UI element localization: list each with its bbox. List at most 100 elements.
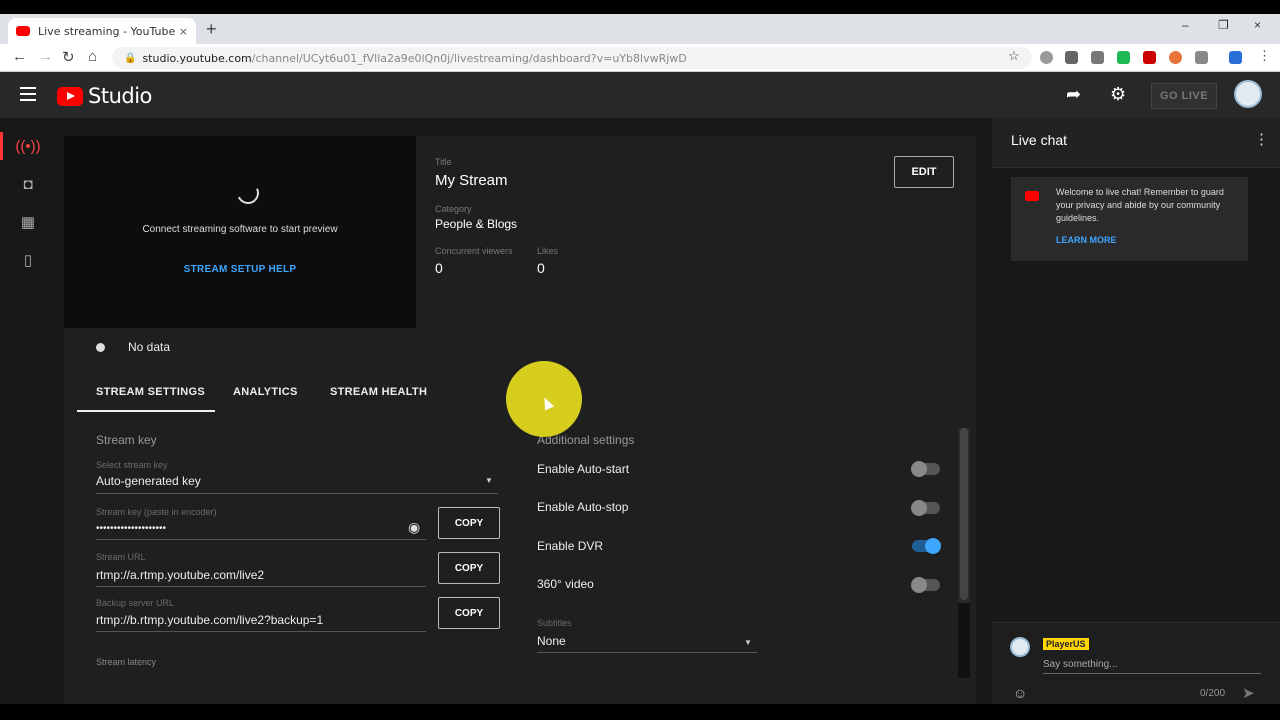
copy-backup-button[interactable]: COPY: [438, 597, 500, 629]
studio-logo[interactable]: Studio: [57, 84, 152, 108]
extension-icon[interactable]: [1065, 51, 1078, 64]
stream-url-field[interactable]: rtmp://a.rtmp.youtube.com/live2: [96, 568, 264, 582]
backup-underline: [96, 631, 426, 632]
tab-stream-health[interactable]: STREAM HEALTH: [330, 386, 427, 398]
likes-label: Likes: [537, 246, 559, 256]
auto-stop-toggle[interactable]: [911, 500, 940, 516]
go-live-button[interactable]: GO LIVE: [1151, 83, 1217, 109]
chat-avatar: [1010, 637, 1030, 657]
dropdown-arrow-icon[interactable]: ▼: [485, 476, 493, 485]
youtube-logo-icon: [57, 86, 83, 106]
copy-key-button[interactable]: COPY: [438, 507, 500, 539]
select-key-label: Select stream key: [96, 460, 168, 470]
more-options-icon[interactable]: ⋮: [1254, 130, 1269, 148]
stream-category: People & Blogs: [435, 217, 518, 231]
edit-button[interactable]: EDIT: [894, 156, 954, 188]
send-icon[interactable]: ➤: [1242, 684, 1255, 702]
extension-icon[interactable]: [1040, 51, 1053, 64]
stream-title: My Stream: [435, 172, 508, 189]
eye-hidden-icon[interactable]: ◉: [408, 519, 420, 536]
home-icon[interactable]: ⌂: [88, 48, 97, 65]
live-chat-header: Live chat ⋮: [992, 118, 1280, 168]
minimize-button[interactable]: –: [1182, 18, 1189, 32]
url-host: studio.youtube.com: [142, 51, 252, 65]
address-bar-row: ← → ↻ ⌂ 🔒 studio.youtube.com /channel/UC…: [0, 44, 1280, 72]
youtube-favicon-icon: [16, 26, 30, 36]
scrollbar[interactable]: [958, 428, 970, 678]
avatar[interactable]: [1234, 80, 1262, 108]
subtitles-select[interactable]: None: [537, 634, 566, 648]
extension-icon[interactable]: [1229, 51, 1242, 64]
maximize-button[interactable]: ❐: [1218, 18, 1229, 32]
auto-stop-label: Enable Auto-stop: [537, 500, 629, 514]
tab-close-icon[interactable]: ×: [179, 25, 188, 38]
viewers-count: 0: [435, 260, 443, 276]
browser-menu-icon[interactable]: ⋮: [1258, 48, 1271, 64]
chat-input-underline: [1043, 673, 1261, 674]
loading-spinner-icon: [233, 178, 263, 208]
360-video-label: 360° video: [537, 577, 594, 591]
extension-icon[interactable]: [1169, 51, 1182, 64]
new-tab-button[interactable]: +: [206, 19, 217, 40]
chat-message-input[interactable]: Say something...: [1043, 659, 1117, 670]
extension-icon[interactable]: [1091, 51, 1104, 64]
360-video-toggle[interactable]: [911, 577, 940, 593]
browser-window: Live streaming - YouTube Studio × + – ❐ …: [0, 14, 1280, 704]
studio-logo-text: Studio: [88, 84, 152, 108]
copy-url-button[interactable]: COPY: [438, 552, 500, 584]
back-arrow-icon[interactable]: ←: [12, 48, 27, 65]
lock-icon: 🔒: [124, 52, 137, 64]
char-counter: 0/200: [1200, 688, 1226, 699]
calendar-icon[interactable]: ▦: [0, 204, 56, 240]
stream-url-label: Stream URL: [96, 552, 146, 562]
subtitles-underline: [537, 652, 757, 653]
mobile-icon[interactable]: ▯: [0, 242, 56, 278]
select-underline: [96, 493, 498, 494]
status-dot-icon: [96, 343, 105, 352]
bookmark-star-icon[interactable]: ☆: [1008, 48, 1020, 64]
stream-setup-help-link[interactable]: STREAM SETUP HELP: [64, 264, 416, 275]
hamburger-menu-icon[interactable]: [20, 87, 36, 105]
reload-icon[interactable]: ↻: [62, 48, 75, 66]
stream-key-field[interactable]: ••••••••••••••••••••: [96, 523, 166, 534]
stream-latency-label: Stream latency: [96, 657, 157, 667]
category-label: Category: [435, 204, 472, 214]
learn-more-link[interactable]: LEARN MORE: [1056, 235, 1117, 245]
extension-icon[interactable]: [1117, 51, 1130, 64]
chat-input-area: [992, 622, 1280, 704]
auto-start-toggle[interactable]: [911, 461, 940, 477]
url-input[interactable]: 🔒 studio.youtube.com /channel/UCyt6u01_f…: [112, 47, 1032, 69]
stream-key-heading: Stream key: [96, 433, 157, 447]
stream-key-select[interactable]: Auto-generated key: [96, 474, 201, 488]
studio-header: Studio ➦ ⚙ GO LIVE: [0, 72, 1280, 118]
dvr-toggle[interactable]: [912, 538, 941, 554]
auto-start-label: Enable Auto-start: [537, 462, 630, 476]
live-stream-icon[interactable]: ((•)): [0, 128, 56, 164]
tab-stream-settings[interactable]: STREAM SETTINGS: [96, 386, 205, 398]
backup-url-field[interactable]: rtmp://b.rtmp.youtube.com/live2?backup=1: [96, 613, 323, 627]
preview-message: Connect streaming software to start prev…: [142, 224, 338, 235]
title-label: Title: [435, 157, 452, 167]
close-window-button[interactable]: ×: [1254, 18, 1261, 32]
stream-preview: Connect streaming software to start prev…: [64, 136, 416, 328]
chat-welcome-text: Welcome to live chat! Remember to guard …: [1056, 187, 1224, 223]
likes-count: 0: [537, 260, 545, 276]
extension-icon[interactable]: [1195, 51, 1208, 64]
viewers-label: Concurrent viewers: [435, 246, 513, 256]
tab-analytics[interactable]: ANALYTICS: [233, 386, 298, 398]
active-tab-indicator: [77, 410, 215, 412]
forward-arrow-icon[interactable]: →: [38, 48, 53, 65]
webcam-icon[interactable]: ◘: [0, 166, 56, 202]
backup-url-label: Backup server URL: [96, 598, 175, 608]
browser-tab[interactable]: Live streaming - YouTube Studio ×: [8, 18, 196, 44]
url-underline: [96, 586, 426, 587]
gear-icon[interactable]: ⚙: [1110, 84, 1126, 105]
status-text: No data: [128, 340, 171, 354]
subtitles-label: Subtitles: [537, 618, 572, 628]
subtitles-dropdown-icon[interactable]: ▼: [744, 638, 752, 647]
url-path: /channel/UCyt6u01_fVlla2a9e0lQn0j/livest…: [251, 51, 687, 65]
share-icon[interactable]: ➦: [1066, 84, 1081, 105]
browser-tab-title: Live streaming - YouTube Studio: [38, 24, 175, 38]
emoji-icon[interactable]: ☺: [1013, 685, 1027, 701]
extension-icon[interactable]: [1143, 51, 1156, 64]
